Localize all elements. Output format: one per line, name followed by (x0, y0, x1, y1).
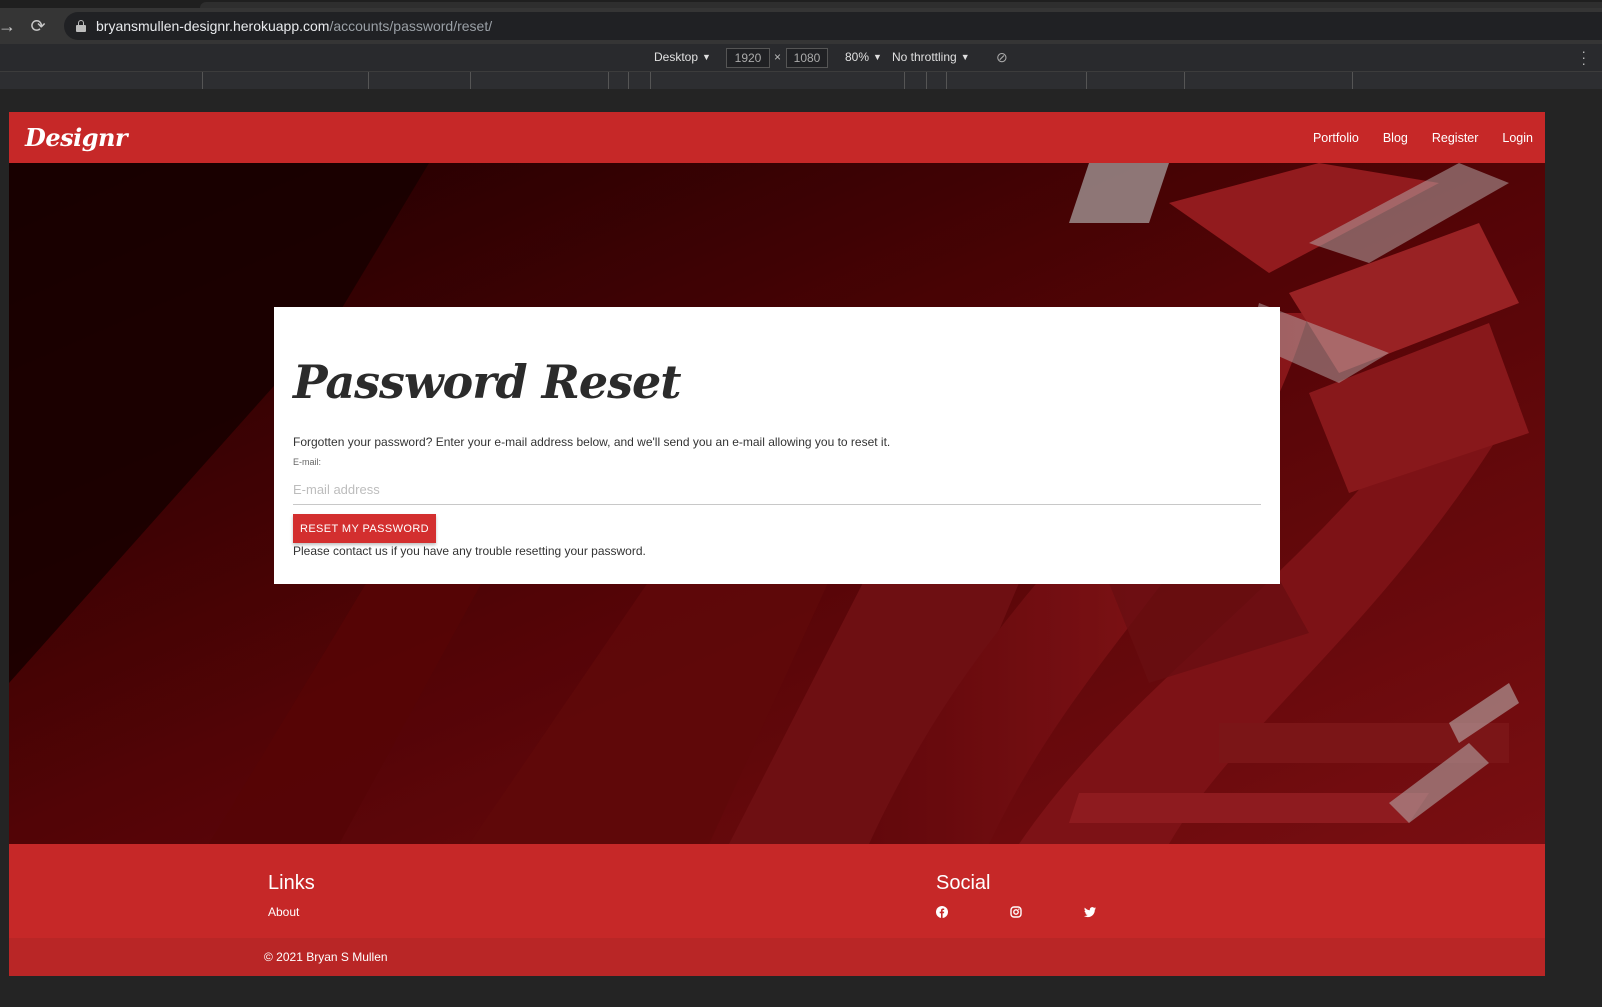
chevron-down-icon: ▼ (702, 52, 711, 62)
zoom-label: 80% (845, 50, 870, 64)
browser-tab-strip (0, 0, 1602, 8)
email-input[interactable] (293, 475, 1261, 505)
site-navbar: Designr Portfolio Blog Register Login (9, 112, 1545, 163)
password-reset-card: Password Reset Forgotten your password? … (274, 307, 1280, 584)
site-footer: Links About Social (9, 844, 1545, 938)
footer-social-column: Social (936, 872, 1096, 918)
copyright-text: © 2021 Bryan S Mullen (264, 950, 388, 964)
email-label: E-mail: (293, 457, 322, 467)
brand-logo[interactable]: Designr (25, 123, 128, 152)
footer-links-heading: Links (268, 872, 315, 894)
device-label: Desktop (654, 50, 699, 64)
more-options-icon[interactable]: · · · (1581, 44, 1586, 70)
url-host: bryansmullen-designr.herokuapp.com (96, 18, 330, 34)
hero-background: Password Reset Forgotten your password? … (9, 163, 1545, 844)
width-input[interactable]: 1920 (726, 48, 770, 68)
device-toolbar: Desktop ▼ 1920 × 1080 80% ▼ No throttling ▼… (0, 44, 1602, 72)
chevron-down-icon: ▼ (873, 52, 882, 62)
footer-social-heading: Social (936, 872, 991, 894)
zoom-select[interactable]: 80% ▼ (845, 50, 882, 64)
nav-blog-link[interactable]: Blog (1383, 131, 1408, 145)
page-title: Password Reset (293, 355, 682, 409)
nav-login-link[interactable]: Login (1502, 131, 1533, 145)
instagram-icon[interactable] (1010, 905, 1022, 918)
chevron-down-icon: ▼ (960, 52, 970, 62)
address-bar[interactable]: bryansmullen-designr.herokuapp.com/accou… (64, 12, 1602, 40)
facebook-icon[interactable] (936, 905, 948, 918)
throttling-label: No throttling (892, 50, 957, 64)
rotate-icon[interactable]: ⊘ (996, 49, 1008, 66)
twitter-icon[interactable] (1084, 905, 1096, 918)
browser-toolbar: → ⟳ bryansmullen-designr.herokuapp.com/a… (0, 8, 1602, 44)
nav-portfolio-link[interactable]: Portfolio (1313, 131, 1359, 145)
help-text: Please contact us if you have any troubl… (293, 544, 646, 558)
reload-icon[interactable]: ⟳ (24, 12, 52, 40)
lock-icon[interactable] (76, 20, 86, 32)
reset-password-button[interactable]: RESET MY PASSWORD (293, 514, 436, 543)
page-viewport: Designr Portfolio Blog Register Login Pa… (9, 112, 1545, 976)
nav-links: Portfolio Blog Register Login (1313, 131, 1533, 145)
times-sign: × (774, 50, 782, 64)
device-select[interactable]: Desktop ▼ (654, 50, 711, 64)
url-path: /accounts/password/reset/ (329, 18, 493, 34)
throttling-select[interactable]: No throttling ▼ (892, 50, 970, 64)
social-icons (936, 905, 1096, 918)
copyright-bar: © 2021 Bryan S Mullen (9, 938, 1545, 976)
forward-icon[interactable]: → (0, 12, 16, 40)
footer-links-column: Links About (268, 872, 315, 919)
height-input[interactable]: 1080 (786, 48, 828, 68)
media-query-bar[interactable] (0, 72, 1602, 89)
nav-register-link[interactable]: Register (1432, 131, 1479, 145)
footer-about-link[interactable]: About (268, 905, 315, 919)
reset-instructions: Forgotten your password? Enter your e-ma… (293, 435, 891, 449)
